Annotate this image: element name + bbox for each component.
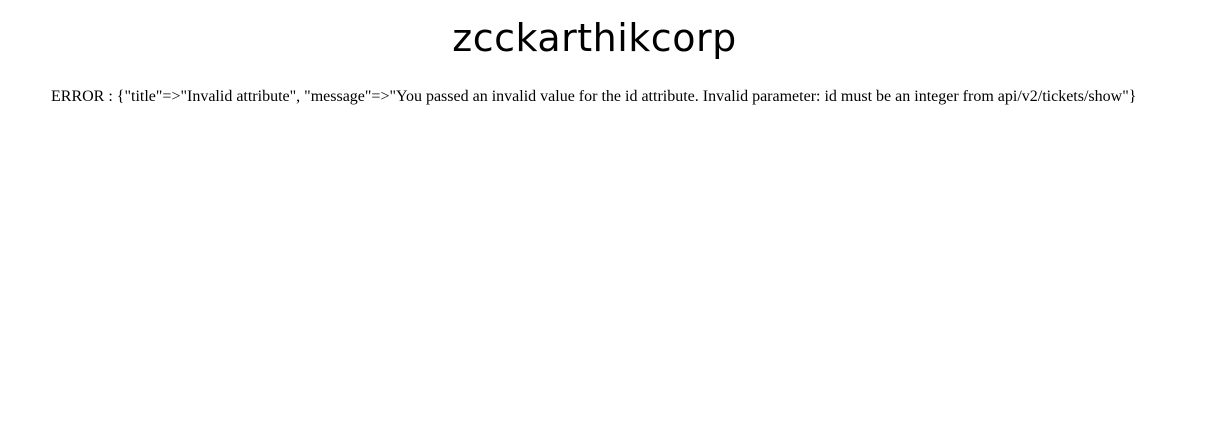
page: zcckarthikcorp ERROR : {"title"=>"Invali… bbox=[0, 0, 1205, 436]
site-title: zcckarthikcorp bbox=[452, 16, 737, 60]
error-message: ERROR : {"title"=>"Invalid attribute", "… bbox=[51, 88, 1137, 105]
